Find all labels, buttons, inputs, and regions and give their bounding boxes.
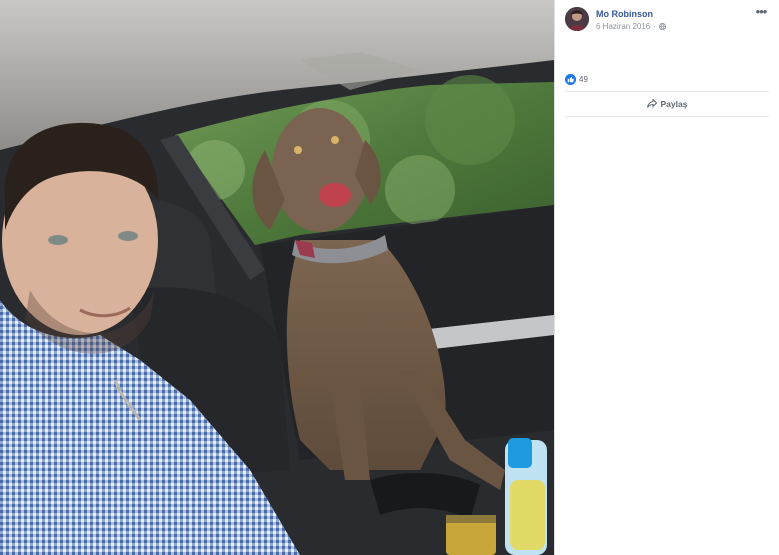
like-count: 49 — [579, 75, 588, 84]
post-photo[interactable] — [0, 0, 554, 555]
globe-icon[interactable] — [658, 23, 666, 30]
post-header: Mo Robinson 6 Haziran 2016 · ••• — [565, 5, 770, 35]
avatar[interactable] — [565, 7, 589, 31]
divider — [565, 116, 769, 117]
more-options-icon[interactable]: ••• — [752, 5, 770, 21]
avatar-image — [565, 7, 589, 31]
author-name[interactable]: Mo Robinson — [596, 9, 653, 19]
share-arrow-icon — [646, 95, 657, 113]
reaction-summary[interactable]: 49 — [565, 73, 588, 86]
post-meta: 6 Haziran 2016 · — [596, 22, 666, 31]
divider — [565, 91, 769, 92]
like-icon — [565, 74, 576, 85]
share-button[interactable]: Paylaş — [565, 94, 769, 114]
photo-viewer: Mo Robinson 6 Haziran 2016 · ••• 49 Payl… — [0, 0, 779, 555]
post-date[interactable]: 6 Haziran 2016 — [596, 22, 650, 31]
photo-image — [0, 0, 554, 555]
share-label: Paylaş — [660, 99, 688, 109]
post-sidebar: Mo Robinson 6 Haziran 2016 · ••• 49 Payl… — [554, 0, 779, 555]
